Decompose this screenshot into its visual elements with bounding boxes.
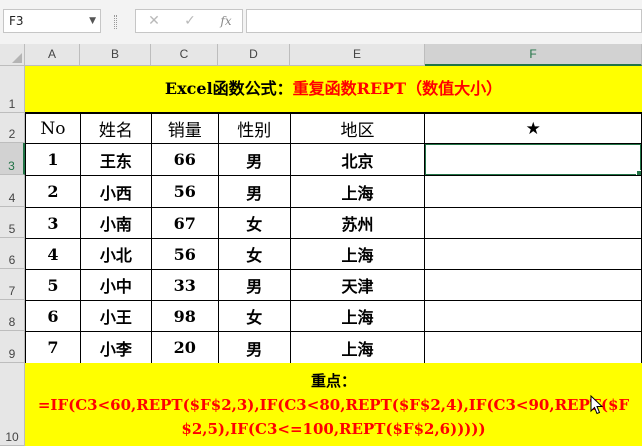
cell-gender[interactable]: 男 xyxy=(217,143,291,176)
cell-region[interactable]: 苏州 xyxy=(289,207,426,239)
cell-region[interactable]: 天津 xyxy=(289,269,426,301)
table-row: 2 小西 56 男 上海 xyxy=(25,175,642,208)
cell-sales[interactable]: 66 xyxy=(150,143,219,176)
checkmark-icon[interactable]: ✓ xyxy=(180,12,200,30)
column-header-a[interactable]: A xyxy=(25,44,80,66)
cell-name[interactable]: 小北 xyxy=(79,238,152,270)
note-heading: 重点： xyxy=(310,372,356,390)
cell-gender[interactable]: 男 xyxy=(217,269,291,301)
insert-function-icon[interactable]: fx xyxy=(216,12,236,30)
cell-name[interactable]: 小李 xyxy=(79,331,152,364)
cell-gender[interactable]: 女 xyxy=(217,300,291,332)
formula-buttons: ✕ ✓ fx xyxy=(135,9,243,33)
cell-name[interactable]: 小南 xyxy=(79,207,152,239)
row-header-10[interactable]: 10 xyxy=(0,363,25,446)
cell-no[interactable]: 5 xyxy=(25,269,81,301)
cell-no[interactable]: 2 xyxy=(25,175,81,208)
cell-sales[interactable]: 98 xyxy=(150,300,219,332)
title-cell[interactable]: Excel函数公式：重复函数REPT（数值大小） xyxy=(25,66,642,113)
cell-name[interactable]: 王东 xyxy=(79,143,152,176)
cell-sales[interactable]: 56 xyxy=(150,175,219,208)
cell-no[interactable]: 1 xyxy=(25,143,81,176)
cell-star[interactable] xyxy=(424,238,642,270)
selection-outline xyxy=(425,144,641,175)
cell-star[interactable] xyxy=(424,207,642,239)
row-header-8[interactable]: 8 xyxy=(0,300,25,331)
formula-input[interactable] xyxy=(246,9,642,33)
table-row: 1 王东 66 男 北京 xyxy=(25,143,642,176)
table-row: 7 小李 20 男 上海 xyxy=(25,331,642,364)
name-box-value: F3 xyxy=(9,14,24,28)
row-header-2[interactable]: 2 xyxy=(0,113,25,143)
row-header-4[interactable]: 4 xyxy=(0,175,25,207)
row-header-1[interactable]: 1 xyxy=(0,66,25,113)
header-name[interactable]: 姓名 xyxy=(79,113,152,144)
header-star[interactable]: ★ xyxy=(424,113,642,144)
cell-region[interactable]: 上海 xyxy=(289,331,426,364)
header-sales[interactable]: 销量 xyxy=(150,113,219,144)
table-row: 4 小北 56 女 上海 xyxy=(25,238,642,270)
cell-gender[interactable]: 女 xyxy=(217,238,291,270)
select-all-button[interactable] xyxy=(0,44,25,66)
cell-no[interactable]: 6 xyxy=(25,300,81,332)
name-box[interactable]: F3 ▼ xyxy=(3,9,101,33)
chevron-down-icon[interactable]: ▼ xyxy=(89,10,96,32)
cell-no[interactable]: 3 xyxy=(25,207,81,239)
cell-sales[interactable]: 56 xyxy=(150,238,219,270)
data-table: No 姓名 销量 性别 地区 ★ 1 王东 66 男 北京 2 小西 56 男 … xyxy=(25,113,642,364)
column-header-c[interactable]: C xyxy=(151,44,218,66)
cancel-icon[interactable]: ✕ xyxy=(144,12,164,30)
cell-region[interactable]: 上海 xyxy=(289,300,426,332)
cell-star[interactable] xyxy=(424,300,642,332)
column-header-b[interactable]: B xyxy=(80,44,151,66)
cell-sales[interactable]: 33 xyxy=(150,269,219,301)
table-row: 6 小王 98 女 上海 xyxy=(25,300,642,332)
row-header-3[interactable]: 3 xyxy=(0,143,25,175)
column-header-f[interactable]: F xyxy=(425,44,642,66)
header-gender[interactable]: 性别 xyxy=(217,113,291,144)
column-header-e[interactable]: E xyxy=(290,44,425,66)
row-header-5[interactable]: 5 xyxy=(0,207,25,238)
cell-region[interactable]: 上海 xyxy=(289,238,426,270)
cell-gender[interactable]: 男 xyxy=(217,331,291,364)
row-header-7[interactable]: 7 xyxy=(0,269,25,300)
note-cell[interactable]: 重点： =IF(C3<60,REPT($F$2,3),IF(C3<80,REPT… xyxy=(25,363,642,446)
table-row: 3 小南 67 女 苏州 xyxy=(25,207,642,239)
cell-region[interactable]: 上海 xyxy=(289,175,426,208)
cell-name[interactable]: 小王 xyxy=(79,300,152,332)
cell-sales[interactable]: 67 xyxy=(150,207,219,239)
table-row: 5 小中 33 男 天津 xyxy=(25,269,642,301)
resize-grip[interactable] xyxy=(114,15,117,29)
cell-sales[interactable]: 20 xyxy=(150,331,219,364)
fill-handle[interactable] xyxy=(636,170,641,175)
select-all-icon xyxy=(12,53,22,63)
column-header-d[interactable]: D xyxy=(218,44,290,66)
cell-star[interactable] xyxy=(424,175,642,208)
row-header-6[interactable]: 6 xyxy=(0,238,25,269)
cell-no[interactable]: 4 xyxy=(25,238,81,270)
formula-bar: F3 ▼ ✕ ✓ fx xyxy=(0,0,642,44)
row-header-9[interactable]: 9 xyxy=(0,331,25,363)
cell-star[interactable] xyxy=(424,269,642,301)
cell-gender[interactable]: 女 xyxy=(217,207,291,239)
header-no[interactable]: No xyxy=(25,113,81,144)
cell-gender[interactable]: 男 xyxy=(217,175,291,208)
cell-name[interactable]: 小西 xyxy=(79,175,152,208)
cell-no[interactable]: 7 xyxy=(25,331,81,364)
title-main: 重复函数REPT（数值大小） xyxy=(292,79,503,98)
header-region[interactable]: 地区 xyxy=(289,113,426,144)
cell-star-selected[interactable] xyxy=(424,143,642,176)
note-formula: =IF(C3<60,REPT($F$2,3),IF(C3<80,REPT($F$… xyxy=(37,396,630,438)
cell-name[interactable]: 小中 xyxy=(79,269,152,301)
header-row: No 姓名 销量 性别 地区 ★ xyxy=(25,113,642,144)
cell-star[interactable] xyxy=(424,331,642,364)
title-prefix: Excel函数公式： xyxy=(164,79,293,98)
cell-region[interactable]: 北京 xyxy=(289,143,426,176)
